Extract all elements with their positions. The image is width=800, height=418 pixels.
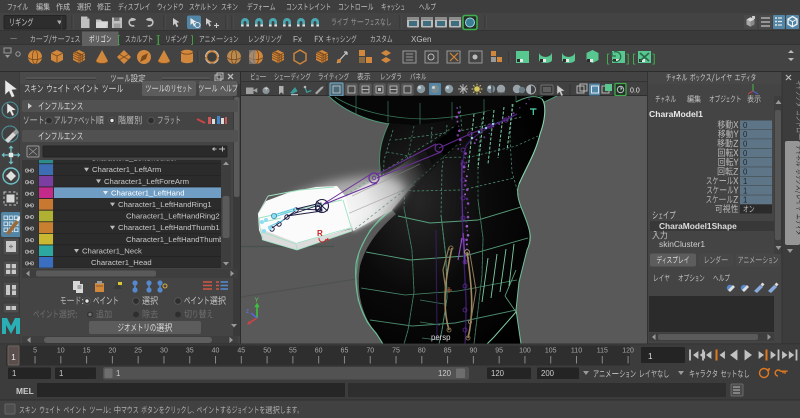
svg-text:105: 105 [545,348,557,355]
svg-text:90: 90 [469,348,477,355]
svg-text:25: 25 [134,348,142,355]
svg-text:1: 1 [648,352,653,361]
svg-text:1: 1 [59,369,63,378]
svg-text:40: 40 [212,348,220,355]
svg-text:1: 1 [743,186,747,195]
svg-text:0: 0 [743,149,748,158]
svg-text:115: 115 [597,348,608,355]
svg-text:Character1_Neck: Character1_Neck [82,246,142,255]
svg-text:100: 100 [519,348,531,355]
svg-text:75: 75 [392,348,400,355]
svg-text:Y: Y [255,297,260,304]
svg-text:Character1_Head: Character1_Head [91,258,152,267]
svg-text:120: 120 [491,369,505,378]
svg-text:z: z [246,309,249,315]
svg-text:0: 0 [743,158,748,167]
svg-text:15: 15 [83,348,91,355]
svg-text:Character1_LeftForeArm: Character1_LeftForeArm [104,177,189,186]
svg-text:1: 1 [116,369,120,378]
svg-text:85: 85 [444,348,452,355]
svg-text:120: 120 [438,369,452,378]
svg-text:45: 45 [237,348,245,355]
svg-text:Character1_LeftHandRing2: Character1_LeftHandRing2 [126,212,220,221]
svg-text:1: 1 [11,353,16,362]
svg-text:120: 120 [622,348,634,355]
svg-text:persp: persp [431,333,451,342]
svg-text:Character1_LeftHand: Character1_LeftHand [111,188,185,197]
svg-text:Character1_LeftArm: Character1_LeftArm [92,165,161,174]
svg-text:0: 0 [743,121,748,130]
svg-text:30: 30 [160,348,168,355]
svg-text:0: 0 [743,140,748,149]
svg-text:Fx: Fx [293,35,302,44]
svg-text:R: R [317,229,323,238]
svg-text:110: 110 [571,348,582,355]
svg-text:Character1_LeftHandThumb1: Character1_LeftHandThumb1 [118,223,220,232]
svg-text:1: 1 [12,369,16,378]
svg-text:skinCluster1: skinCluster1 [659,239,705,249]
svg-text:0: 0 [743,130,748,139]
svg-text:200: 200 [541,369,555,378]
svg-text:Character1_LeftHandRing1: Character1_LeftHandRing1 [118,200,212,209]
svg-text:70: 70 [366,348,374,355]
svg-text:10: 10 [57,348,65,355]
svg-text:XGen: XGen [411,35,431,44]
svg-text:20: 20 [108,348,116,355]
svg-text:60: 60 [315,348,323,355]
svg-text:50: 50 [263,348,271,355]
svg-text:MEL: MEL [16,386,34,396]
svg-text:1: 1 [743,177,747,186]
svg-text:80: 80 [418,348,426,355]
svg-text:95: 95 [495,348,503,355]
svg-text:65: 65 [341,348,349,355]
svg-text:CharaModel1: CharaModel1 [649,109,703,119]
svg-text:1: 1 [743,196,747,205]
svg-text:Character1_LeftHandThumb2: Character1_LeftHandThumb2 [126,235,228,244]
svg-text:5: 5 [33,348,37,355]
svg-text:0: 0 [743,168,748,177]
svg-text:0.0: 0.0 [630,88,640,95]
svg-text:35: 35 [186,348,194,355]
svg-text:CharaModel1Shape: CharaModel1Shape [659,221,737,231]
svg-text:55: 55 [289,348,297,355]
